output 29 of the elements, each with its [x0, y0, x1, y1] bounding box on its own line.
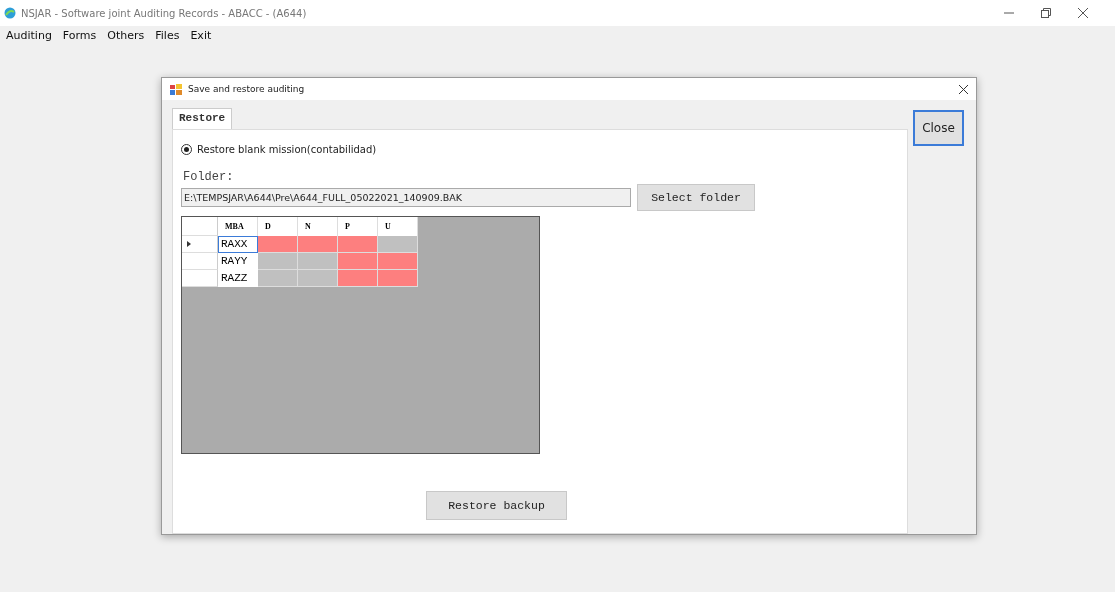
radio-label: Restore blank mission(contabilidad): [197, 144, 377, 155]
column-header[interactable]: D: [258, 217, 298, 236]
close-icon[interactable]: [1078, 8, 1088, 18]
tab[interactable]: Restore: [172, 108, 233, 129]
window-title: NSJAR - Software joint Auditing Records - ABACC - (A644): [21, 7, 308, 19]
menu-item[interactable]: Others: [107, 29, 145, 46]
folder-field[interactable]: E:\TEMPSJAR\A644\Pre\A644_FULL_05022021_140909.BAK: [181, 188, 631, 207]
corner-cell: [182, 217, 218, 236]
column-header[interactable]: MBA: [218, 217, 258, 236]
close-icon[interactable]: [959, 84, 968, 94]
column-header[interactable]: N: [298, 217, 338, 236]
app-icon: [170, 83, 182, 95]
close-button[interactable]: Close: [913, 110, 964, 146]
dialog-title: Save and restore auditing: [188, 84, 306, 94]
menu-item[interactable]: Files: [155, 29, 180, 46]
current-row-icon: [187, 241, 191, 247]
table-cell: RAZZ: [218, 270, 258, 287]
column-header[interactable]: P: [338, 217, 378, 236]
column-header[interactable]: U: [378, 217, 418, 236]
folder-label: Folder:: [183, 170, 235, 184]
table-cell: RAXX: [218, 236, 258, 253]
menu-item[interactable]: Auditing: [6, 29, 52, 46]
maximize-icon[interactable]: [1041, 8, 1051, 18]
restore-backup-button[interactable]: Restore backup: [426, 491, 567, 520]
select-folder-button[interactable]: Select folder: [637, 184, 755, 211]
menu-item[interactable]: Forms: [62, 29, 97, 46]
table-cell: RAYY: [218, 253, 258, 270]
app-icon: [4, 7, 16, 19]
menu-item[interactable]: Exit: [190, 29, 212, 46]
